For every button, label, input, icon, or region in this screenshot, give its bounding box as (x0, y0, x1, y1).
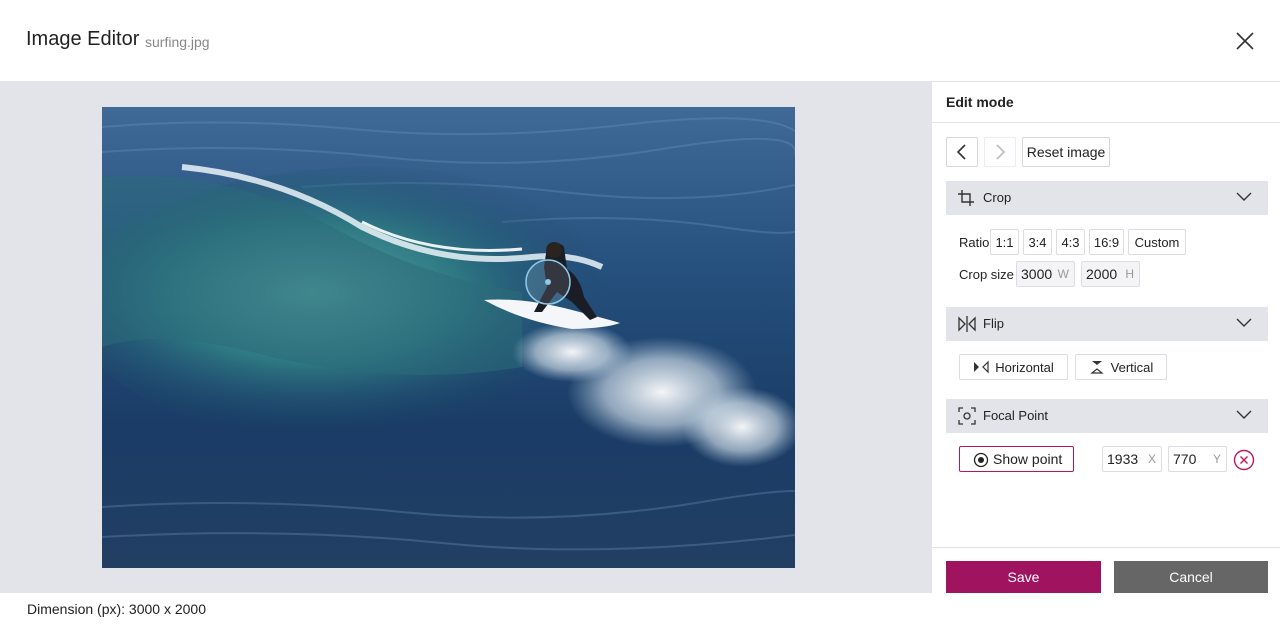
edit-panel: Edit mode Reset image Crop Ratio 1:1 3:4… (931, 82, 1280, 593)
crop-icon (958, 190, 974, 206)
crop-height-unit: H (1125, 267, 1134, 281)
flip-vertical-icon (1089, 361, 1104, 374)
flip-label: Flip (983, 316, 1004, 331)
file-name: surfing.jpg (145, 34, 210, 50)
focal-point-label: Focal Point (983, 408, 1049, 423)
focal-x-value: 1933 (1107, 451, 1139, 467)
save-button[interactable]: Save (946, 561, 1101, 593)
chevron-right-icon (996, 144, 1006, 160)
crop-width-unit: W (1057, 267, 1069, 281)
undo-button[interactable] (946, 137, 978, 167)
ratio-option-3-4[interactable]: 3:4 (1023, 229, 1052, 255)
cancel-button[interactable]: Cancel (1114, 561, 1268, 593)
flip-horizontal-icon (974, 360, 989, 374)
divider (932, 122, 1280, 123)
flip-horizontal-button[interactable]: Horizontal (959, 354, 1068, 380)
ratio-label: Ratio (959, 235, 990, 250)
flip-horizontal-label: Horizontal (995, 359, 1054, 375)
chevron-down-icon (1236, 192, 1252, 201)
panel-title: Edit mode (946, 94, 1014, 110)
divider (932, 547, 1280, 548)
chevron-down-icon (1236, 318, 1252, 327)
dimension-label: Dimension (px): 3000 x 2000 (27, 601, 206, 617)
remove-circle-icon (1233, 449, 1255, 471)
reset-image-button[interactable]: Reset image (1022, 137, 1110, 167)
focal-y-field[interactable]: 770 Y (1168, 446, 1227, 472)
page-title: Image Editor (26, 28, 140, 50)
crop-width-value: 3000 (1021, 266, 1053, 282)
focal-x-field[interactable]: 1933 X (1102, 446, 1162, 472)
crop-height-field[interactable]: 2000 H (1081, 261, 1140, 287)
radio-target-icon (973, 452, 989, 468)
flip-vertical-label: Vertical (1110, 359, 1154, 375)
crop-size-label: Crop size (959, 267, 1014, 282)
close-button[interactable] (1230, 28, 1260, 54)
show-point-label: Show point (993, 451, 1063, 467)
ratio-option-custom[interactable]: Custom (1128, 229, 1186, 255)
chevron-left-icon (956, 144, 966, 160)
editor-header: Image Editor surfing.jpg (0, 0, 1280, 82)
crop-label: Crop (983, 190, 1012, 205)
image-preview[interactable] (102, 107, 795, 568)
flip-vertical-button[interactable]: Vertical (1075, 354, 1167, 380)
focal-point-section-header[interactable]: Focal Point (946, 399, 1268, 433)
remove-focal-point-button[interactable] (1233, 449, 1255, 471)
crop-height-value: 2000 (1086, 266, 1118, 282)
crop-width-field[interactable]: 3000 W (1016, 261, 1075, 287)
redo-button[interactable] (984, 137, 1016, 167)
image-canvas (0, 82, 931, 593)
chevron-down-icon (1236, 410, 1252, 419)
surfing-photo (102, 107, 795, 568)
ratio-option-16-9[interactable]: 16:9 (1089, 229, 1124, 255)
close-icon (1236, 32, 1254, 50)
focal-y-unit: Y (1212, 452, 1221, 466)
crop-section-header[interactable]: Crop (946, 181, 1268, 215)
flip-icon (958, 316, 976, 332)
flip-section-header[interactable]: Flip (946, 307, 1268, 341)
ratio-option-1-1[interactable]: 1:1 (990, 229, 1019, 255)
focal-x-unit: X (1147, 452, 1156, 466)
focus-icon (958, 407, 976, 425)
ratio-option-4-3[interactable]: 4:3 (1056, 229, 1085, 255)
focal-y-value: 770 (1173, 451, 1197, 467)
show-point-button[interactable]: Show point (959, 446, 1074, 472)
